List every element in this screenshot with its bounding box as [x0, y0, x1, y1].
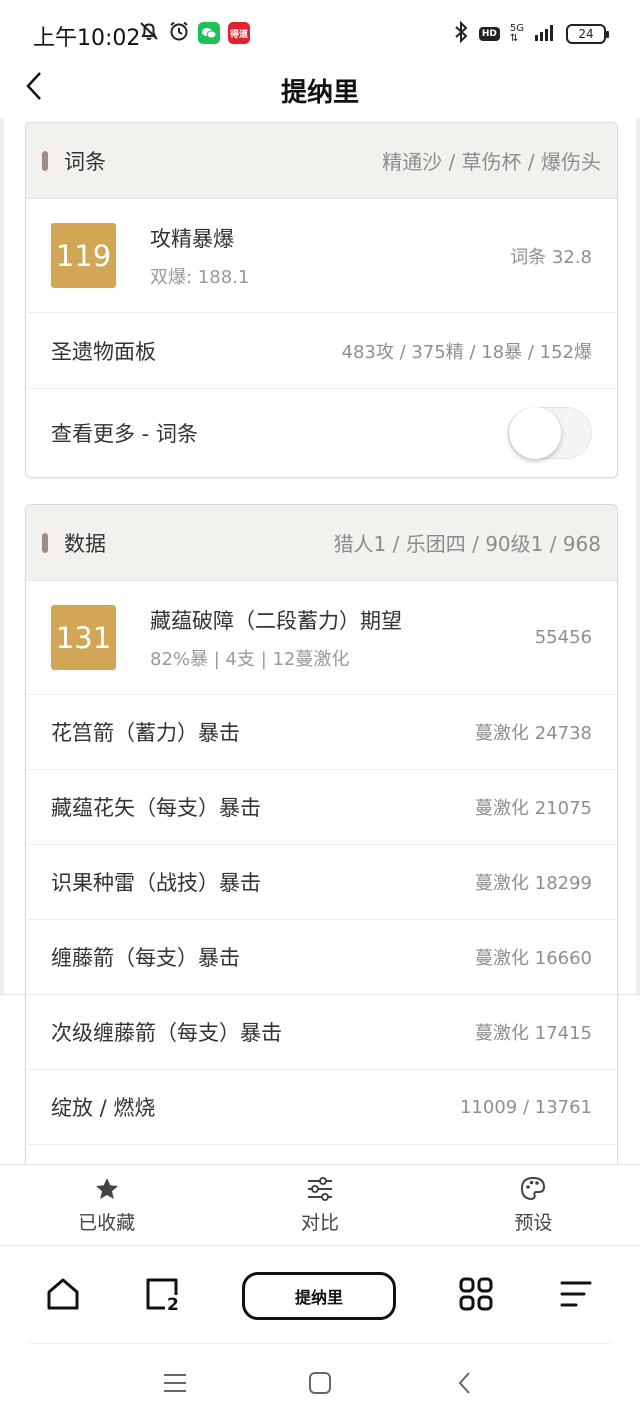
left-edge [0, 118, 4, 994]
toggle-knob [509, 407, 561, 459]
recents-icon [164, 1374, 186, 1392]
window-count-icon: 2 [146, 1278, 179, 1312]
show-more-label: 查看更多 - 词条 [51, 422, 198, 446]
stats-main-text: 攻精暴爆 双爆: 188.1 [150, 223, 249, 289]
stats-card-header: 词条 精通沙 / 草伤杯 / 爆伤头 [26, 123, 617, 199]
favorites-button[interactable]: 已收藏 [0, 1165, 213, 1245]
list-item[interactable]: 次级缠藤箭（每支）暴击 蔓激化 17415 [26, 995, 617, 1070]
data-main-sub: 82%暴 | 4支 | 12蔓激化 [150, 648, 350, 670]
nav-header: 提纳里 [0, 66, 640, 118]
preset-button[interactable]: 预设 [427, 1165, 640, 1245]
stats-main-sub: 双爆: 188.1 [150, 266, 250, 288]
app-screen: 上午10:02 得道 HD 5G ⇅ 24 提纳里 词条 精通沙 / 草伤杯 /… [0, 0, 640, 1422]
tab-2[interactable]: 2 [142, 1274, 182, 1314]
menu-tab[interactable] [556, 1274, 596, 1314]
back-arrow-icon [458, 1372, 470, 1394]
status-right-icons: HD 5G ⇅ 24 [453, 20, 609, 48]
star-icon [95, 1177, 118, 1199]
preset-label: 预设 [514, 1211, 553, 1234]
system-nav-bar [0, 1344, 640, 1422]
home-icon [47, 1278, 79, 1310]
square-icon [309, 1372, 331, 1394]
bell-off-icon [138, 20, 160, 46]
row-label: 花筥箭（蓄力）暴击 [51, 721, 240, 745]
compare-button[interactable]: 对比 [213, 1165, 426, 1245]
stats-card-subtitle: 精通沙 / 草伤杯 / 爆伤头 [382, 150, 601, 174]
list-item[interactable]: 缠藤箭（每支）暴击 蔓激化 16660 [26, 920, 617, 995]
data-card-subtitle: 猎人1 / 乐团四 / 90级1 / 968 [333, 532, 601, 556]
right-edge [636, 118, 640, 994]
signal-icon [534, 23, 556, 45]
app-badge-icon: 得道 [228, 22, 250, 44]
stats-card: 词条 精通沙 / 草伤杯 / 爆伤头 119 攻精暴爆 双爆: 188.1 词条… [25, 122, 618, 478]
data-main-row[interactable]: 131 藏蕴破障（二段蓄力）期望 82%暴 | 4支 | 12蔓激化 55456 [26, 581, 617, 695]
current-character-tab[interactable]: 提纳里 [242, 1272, 396, 1320]
bottom-nav: 2 提纳里 [0, 1246, 640, 1344]
row-label: 次级缠藤箭（每支）暴击 [51, 1021, 282, 1045]
battery-level: 24 [578, 27, 594, 41]
menu-icon [560, 1281, 592, 1307]
battery-icon: 24 [566, 24, 609, 44]
tab-2-number: 2 [167, 1295, 179, 1312]
apps-tab[interactable] [456, 1274, 496, 1314]
sliders-icon [307, 1176, 332, 1201]
data-card-header: 数据 猎人1 / 乐团四 / 90级1 / 968 [26, 505, 617, 581]
row-label: 藏蕴花矢（每支）暴击 [51, 796, 261, 820]
score-badge: 119 [51, 223, 116, 288]
data-arrows-icon: ⇅ [509, 33, 519, 44]
action-bar: 已收藏 对比 预设 [0, 1164, 640, 1246]
row-label: 圣遗物面板 [51, 339, 156, 364]
stats-main-row[interactable]: 119 攻精暴爆 双爆: 188.1 词条 32.8 [26, 199, 617, 313]
data-main-value: 55456 [534, 627, 592, 648]
status-left-icons: 得道 [138, 20, 250, 46]
stats-main-value: 词条 32.8 [510, 246, 592, 268]
list-item[interactable]: 花筥箭（蓄力）暴击 蔓激化 24738 [26, 695, 617, 770]
header-accent-bar [42, 532, 48, 553]
alarm-icon [168, 20, 190, 46]
show-more-toggle[interactable] [508, 407, 592, 459]
status-bar: 上午10:02 得道 HD 5G ⇅ 24 [0, 0, 640, 66]
favorites-label: 已收藏 [78, 1211, 136, 1234]
row-label: 缠藤箭（每支）暴击 [51, 946, 240, 970]
palette-icon [521, 1176, 546, 1200]
bluetooth-icon [453, 20, 469, 48]
row-value: 蔓激化 24738 [475, 723, 592, 744]
row-value: 蔓激化 18299 [475, 873, 592, 894]
row-value: 11009 / 13761 [459, 1096, 592, 1118]
hd-icon: HD [478, 27, 500, 41]
data-main-title: 藏蕴破障（二段蓄力）期望 [150, 608, 402, 633]
compare-label: 对比 [300, 1211, 339, 1234]
home-system-button[interactable] [305, 1368, 335, 1398]
wechat-icon [198, 22, 220, 44]
row-value: 483攻 / 375精 / 18暴 / 152爆 [341, 341, 593, 363]
list-item[interactable]: 圣遗物面板 483攻 / 375精 / 18暴 / 152爆 [26, 313, 617, 389]
score-badge: 131 [51, 605, 116, 670]
data-card-title: 数据 [64, 531, 106, 556]
list-item[interactable]: 识果种雷（战技）暴击 蔓激化 18299 [26, 845, 617, 920]
row-label: 识果种雷（战技）暴击 [51, 871, 261, 895]
scroll-content[interactable]: 词条 精通沙 / 草伤杯 / 爆伤头 119 攻精暴爆 双爆: 188.1 词条… [0, 118, 640, 1164]
data-card: 数据 猎人1 / 乐团四 / 90级1 / 968 131 藏蕴破障（二段蓄力）… [25, 504, 618, 1164]
list-item[interactable]: 绽放 / 燃烧 11009 / 13761 [26, 1070, 617, 1145]
back-system-button[interactable] [450, 1368, 480, 1398]
row-value: 蔓激化 16660 [475, 948, 592, 969]
status-time: 上午10:02 [33, 26, 141, 51]
stats-card-title: 词条 [64, 149, 106, 174]
network-indicator: 5G ⇅ [510, 24, 524, 44]
page-title: 提纳里 [280, 78, 359, 108]
data-main-text: 藏蕴破障（二段蓄力）期望 82%暴 | 4支 | 12蔓激化 [150, 605, 402, 671]
home-tab[interactable] [43, 1274, 83, 1314]
grid-icon [459, 1277, 493, 1311]
recents-button[interactable] [160, 1368, 190, 1398]
header-accent-bar [42, 150, 48, 171]
list-item[interactable]: 藏蕴花矢（每支）暴击 蔓激化 21075 [26, 770, 617, 845]
row-label: 绽放 / 燃烧 [51, 1096, 156, 1120]
row-value: 蔓激化 17415 [475, 1023, 592, 1044]
stats-main-title: 攻精暴爆 [150, 226, 234, 251]
row-value: 蔓激化 21075 [475, 798, 592, 819]
show-more-row: 查看更多 - 词条 [26, 389, 617, 477]
